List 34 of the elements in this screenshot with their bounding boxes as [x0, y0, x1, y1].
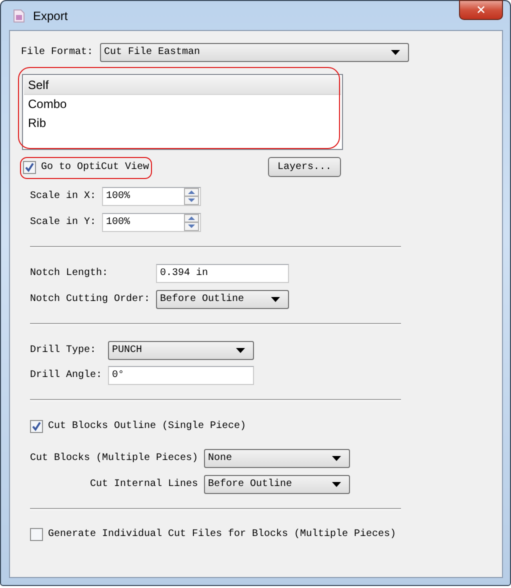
layers-button[interactable]: Layers... — [268, 157, 341, 177]
list-item[interactable]: Self — [24, 76, 341, 95]
input-field[interactable]: 0° — [108, 366, 254, 385]
document-icon — [13, 8, 25, 22]
field-label: Cut Internal Lines — [88, 479, 199, 490]
checkbox[interactable] — [23, 160, 36, 174]
close-button[interactable]: ✕ — [459, 0, 503, 20]
dropdown-arrow-icon — [332, 482, 341, 487]
field-label: File Format: — [21, 47, 94, 58]
field-label: Notch Length: — [30, 268, 110, 279]
checkbox-label: Cut Blocks Outline (Single Piece) — [48, 420, 246, 432]
field-label: Drill Angle: — [30, 370, 104, 381]
dropdown-arrow-icon — [236, 348, 245, 353]
field-label: Scale in X: — [30, 191, 98, 202]
dropdown[interactable]: None — [204, 449, 350, 468]
window-title: Export — [33, 8, 68, 22]
dropdown-arrow-icon — [332, 456, 341, 461]
dropdown[interactable]: Before Outline — [204, 475, 350, 494]
checkbox[interactable] — [30, 420, 43, 432]
list-item[interactable]: Rib — [24, 114, 341, 133]
field-label: Notch Cutting Order: — [30, 294, 152, 305]
input-field[interactable]: 0.394 in — [156, 264, 289, 283]
field-label: Drill Type: — [30, 345, 98, 356]
dropdown[interactable]: PUNCH — [108, 341, 254, 360]
field-label: Cut Blocks (Multiple Pieces) — [30, 453, 200, 464]
dropdown-arrow-icon — [271, 297, 280, 302]
list-item[interactable]: Combo — [24, 95, 341, 114]
dropdown[interactable]: Cut File Eastman — [100, 43, 409, 62]
dropdown[interactable]: Before Outline — [156, 290, 289, 309]
checkbox-label: Generate Individual Cut Files for Blocks (Multiple Pieces) — [48, 528, 396, 540]
checkbox-label: Go to OptiCut View — [41, 162, 150, 172]
checkbox[interactable] — [30, 528, 43, 540]
field-label: Scale in Y: — [30, 217, 98, 228]
dropdown-arrow-icon — [391, 50, 400, 55]
